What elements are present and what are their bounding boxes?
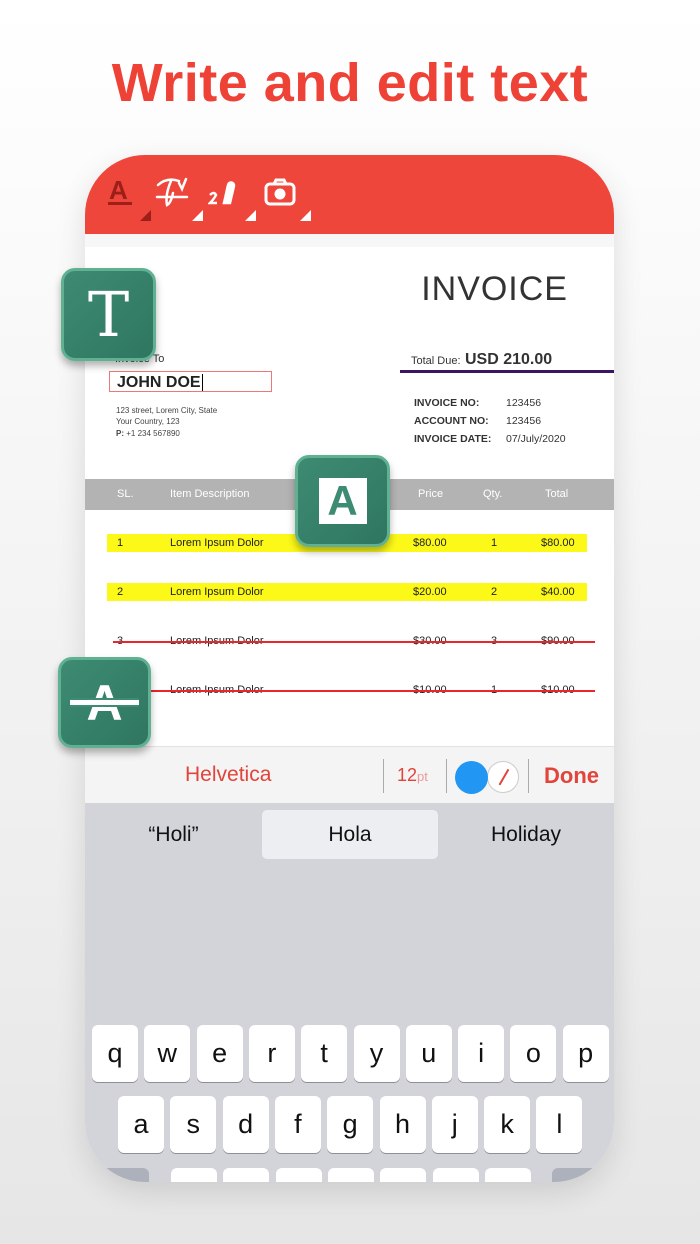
key-n[interactable]: n	[432, 1168, 479, 1182]
key-l[interactable]: l	[536, 1096, 583, 1153]
name-text-field[interactable]: JOHN DOE	[109, 371, 272, 392]
row-price: $20.00	[413, 586, 447, 598]
key-x[interactable]: x	[223, 1168, 270, 1182]
strikethrough-line	[113, 690, 595, 692]
divider	[528, 759, 529, 793]
strikethrough-tool-badge: A	[58, 657, 151, 748]
text-t-icon: T	[87, 278, 130, 351]
key-s[interactable]: s	[170, 1096, 217, 1153]
key-a[interactable]: a	[118, 1096, 164, 1153]
table-row: 2 Lorem Ipsum Dolor $20.00 2 $40.00	[107, 583, 587, 601]
field-label: INVOICE NO:	[414, 397, 480, 409]
name-value: JOHN DOE	[117, 374, 201, 391]
highlight-icon: A	[318, 477, 367, 524]
key-g[interactable]: g	[327, 1096, 374, 1153]
key-f[interactable]: f	[274, 1096, 321, 1153]
divider	[383, 759, 384, 793]
done-button[interactable]: Done	[544, 763, 599, 789]
total-due-label: Total Due:	[411, 355, 461, 367]
strikethrough-icon: A	[70, 674, 139, 732]
keyboard: “Holi” Hola Holiday qwertyuiop asdfghjkl z…	[85, 803, 614, 1182]
divider	[446, 759, 447, 793]
column-header: Price	[418, 488, 444, 500]
no-fill-color-button[interactable]	[487, 761, 519, 793]
address-line: 123 street, Lorem City, State	[116, 406, 218, 415]
phone-label: P:	[116, 429, 124, 438]
column-header: Total	[545, 488, 569, 500]
key-r[interactable]: r	[248, 1025, 295, 1082]
row-total: $40.00	[541, 586, 575, 598]
text-cursor	[201, 374, 203, 391]
invoice-title: INVOICE	[421, 270, 568, 308]
total-due-value: USD 210.00	[464, 351, 553, 368]
key-o[interactable]: o	[510, 1025, 557, 1082]
field-value: 07/July/2020	[506, 433, 566, 445]
suggestion[interactable]: Holiday	[438, 810, 614, 859]
row-total: $80.00	[541, 537, 575, 549]
row-description: Lorem Ipsum Dolor	[170, 586, 264, 598]
text-color-button[interactable]	[455, 761, 488, 794]
key-i[interactable]: i	[458, 1025, 505, 1082]
column-header: Item Description	[170, 488, 250, 500]
total-due: Total Due: USD 210.00	[411, 351, 552, 369]
suggestion-selected[interactable]: Hola	[262, 810, 438, 859]
key-w[interactable]: w	[144, 1025, 191, 1082]
key-z[interactable]: z	[171, 1168, 217, 1182]
key-b[interactable]: b	[380, 1168, 427, 1182]
font-size-picker[interactable]: 12pt	[397, 765, 428, 786]
divider	[400, 370, 614, 373]
font-picker[interactable]: Helvetica	[185, 763, 271, 787]
key-p[interactable]: p	[562, 1025, 609, 1082]
row-qty: 1	[491, 537, 498, 549]
key-j[interactable]: j	[431, 1096, 478, 1153]
strikethrough-line	[113, 641, 595, 643]
key-m[interactable]: m	[484, 1168, 531, 1182]
key-k[interactable]: k	[484, 1096, 531, 1153]
field-label: INVOICE DATE:	[414, 433, 492, 445]
shift-key[interactable]	[92, 1168, 149, 1182]
page-gap	[85, 234, 614, 247]
format-bar: Helvetica 12pt Done	[85, 746, 614, 803]
key-t[interactable]: t	[301, 1025, 348, 1082]
key-q[interactable]: q	[92, 1025, 138, 1082]
row-qty: 2	[491, 586, 498, 598]
row-price: $80.00	[413, 537, 447, 549]
delete-key[interactable]	[552, 1168, 608, 1182]
address: 123 street, Lorem City, State Your Count…	[116, 405, 217, 439]
key-u[interactable]: u	[405, 1025, 452, 1082]
table-row: 4 Lorem Ipsum Dolor $10.00 1 $10.00	[107, 681, 595, 699]
key-c[interactable]: c	[275, 1168, 322, 1182]
key-e[interactable]: e	[196, 1025, 243, 1082]
headline: Write and edit text	[111, 53, 589, 113]
signature-icon[interactable]	[155, 175, 203, 221]
row-description: Lorem Ipsum Dolor	[170, 537, 264, 549]
column-header: SL.	[117, 488, 134, 500]
key-d[interactable]: d	[222, 1096, 269, 1153]
camera-icon[interactable]	[263, 175, 311, 221]
annotation-toolbar: A	[85, 155, 614, 234]
phone-frame: A INVOICE Invoice To JOHN DOE 123 street…	[85, 155, 614, 1182]
text-tool-badge: T	[61, 268, 156, 361]
svg-text:A: A	[109, 175, 128, 205]
field-label: ACCOUNT NO:	[414, 415, 489, 427]
font-size-unit: pt	[417, 769, 428, 784]
text-color-icon[interactable]: A	[107, 175, 151, 221]
phone-value: +1 234 567890	[126, 429, 180, 438]
highlight-tool-badge: A	[295, 455, 390, 547]
key-v[interactable]: v	[327, 1168, 374, 1182]
table-row: 3 Lorem Ipsum Dolor $30.00 3 $90.00	[107, 632, 595, 650]
suggestion[interactable]: “Holi”	[85, 810, 262, 859]
invoice-fields: INVOICE NO: 123456 ACCOUNT NO: 123456 INVO…	[414, 393, 566, 447]
column-header: Qty.	[483, 488, 503, 500]
row-sl: 2	[117, 586, 124, 598]
field-value: 123456	[506, 397, 542, 409]
field-value: 123456	[506, 415, 542, 427]
font-size-value: 12	[397, 765, 418, 785]
key-h[interactable]: h	[379, 1096, 426, 1153]
key-y[interactable]: y	[353, 1025, 400, 1082]
pen-icon[interactable]	[206, 175, 256, 221]
row-sl: 1	[117, 537, 124, 549]
address-line: Your Country, 123	[116, 417, 180, 426]
